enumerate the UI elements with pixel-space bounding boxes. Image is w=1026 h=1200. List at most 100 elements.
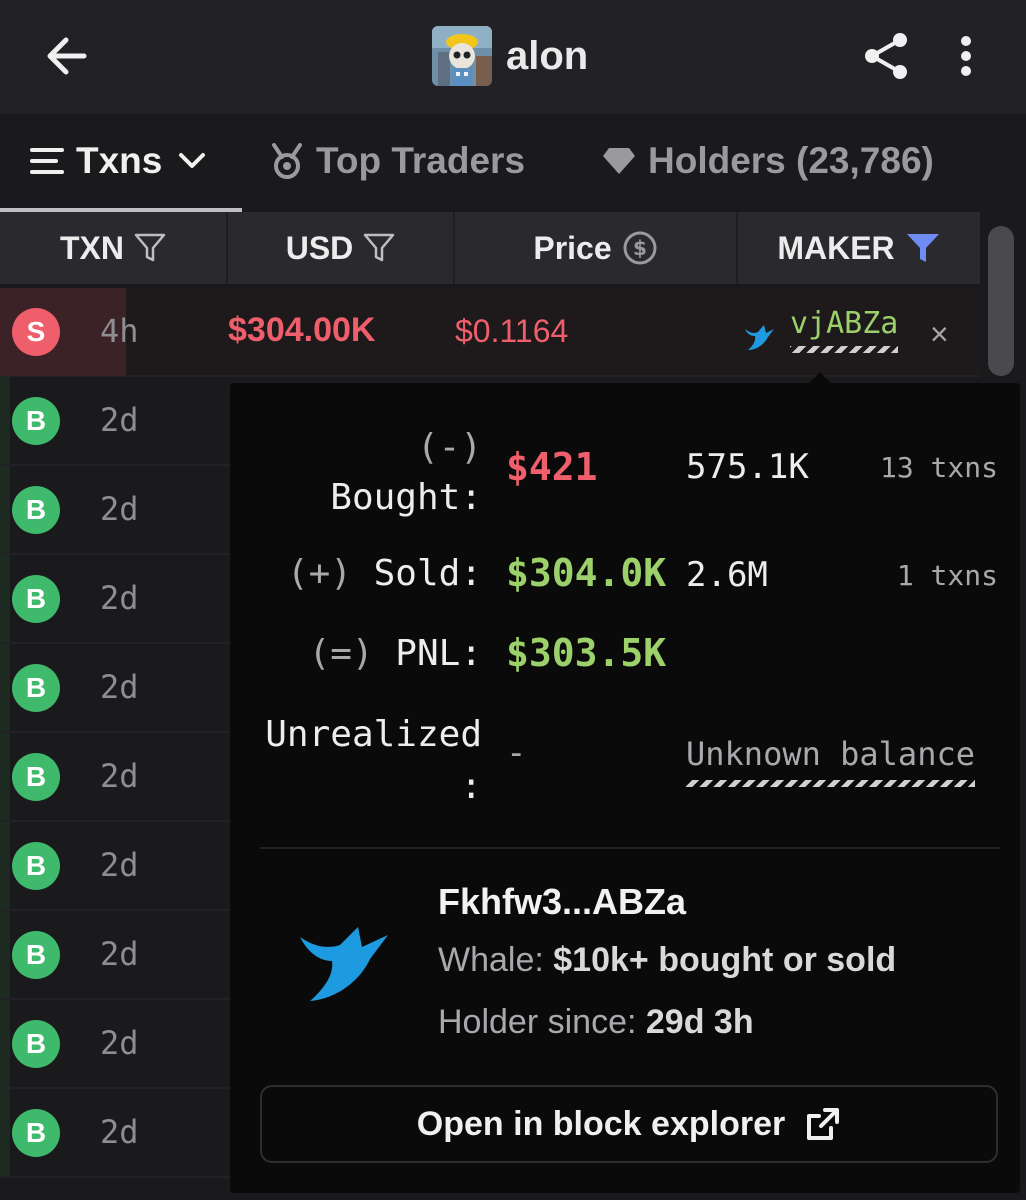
row-accent [0,911,10,998]
txn-age: 2d [100,1024,139,1062]
tab-holders-label: Holders (23,786) [648,140,934,181]
column-header-usd[interactable]: USD [228,212,455,284]
column-header-maker[interactable]: MAKER [738,212,980,284]
row-accent [0,1089,10,1176]
txn-usd: $304.00K [228,311,376,349]
top-bar: alon [0,0,1026,114]
maker-popover: (-) Bought: $421 575.1K 13 txns (+) Sold… [230,383,1020,1193]
column-header-price-label: Price [533,229,612,266]
dollar-circle-icon: $ [623,231,657,265]
holder-since: 29d 3h [645,1003,754,1041]
share-icon [865,33,907,79]
txn-age: 2d [100,401,139,439]
token-avatar [432,26,492,86]
txn-age: 2d [100,846,139,884]
token-title: alon [432,25,588,87]
whale-icon [300,927,388,1001]
buy-badge: B [12,753,60,801]
column-header-usd-label: USD [285,229,354,266]
bought-label: (-) Bought: [286,423,482,523]
row-accent [0,822,10,909]
filter-active-icon [906,234,939,262]
maker-address: vjABZa [790,306,899,361]
token-name: alon [506,33,589,78]
explorer-button-label: Open in block explorer [416,1104,786,1143]
column-header-price[interactable]: Price $ [455,212,738,284]
arrow-left-icon [47,37,87,75]
column-header-txn-label: TXN [60,229,124,266]
column-header-maker-label: MAKER [777,229,895,266]
more-vertical-icon [961,36,971,76]
sold-label-text: Sold: [373,553,482,594]
tab-txns-label: Txns [76,140,163,181]
row-accent [0,644,10,731]
filter-icon [364,233,395,262]
open-block-explorer-button[interactable]: Open in block explorer [260,1085,998,1163]
unrealized-label: Unrealized : [260,709,482,813]
buy-badge: B [12,664,60,712]
buy-badge: B [12,397,60,445]
unknown-balance-link[interactable]: Unknown balance [686,735,975,787]
more-options-button[interactable] [944,26,988,86]
tab-bar: Txns Top Traders Holders (23,786) [0,114,1026,212]
wallet-address: Fkhfw3...ABZa [438,881,687,922]
sell-badge: S [12,308,60,356]
svg-text:$: $ [633,236,647,260]
row-accent [0,466,10,553]
share-button[interactable] [856,26,916,86]
buy-badge: B [12,575,60,623]
divider [260,847,1000,849]
row-accent [0,555,10,642]
diamond-icon [603,148,635,174]
txn-age: 2d [100,935,139,973]
buy-badge: B [12,1109,60,1157]
txn-age: 2d [100,490,139,528]
sold-usd: $304.0K [506,551,667,595]
bought-label-text: Bought: [330,477,482,518]
table-header: TXN USD Price $ MAKER [0,212,980,286]
external-link-icon [807,1108,840,1140]
buy-badge: B [12,486,60,534]
back-button[interactable] [36,26,96,86]
txn-age: 4h [100,312,139,350]
column-header-txn[interactable]: TXN [0,212,228,284]
whale-info: Whale: $10k+ bought or sold [438,941,896,980]
bought-usd: $421 [506,445,598,489]
sold-prefix: (+) [286,553,352,594]
txn-age: 2d [100,668,139,706]
list-icon [30,148,64,174]
bought-prefix: (-) [416,427,482,468]
tab-top-traders[interactable]: Top Traders [270,114,525,208]
tab-holders[interactable]: Holders (23,786) [602,114,934,208]
whale-label: Whale: [438,941,554,979]
txn-age: 2d [100,579,139,617]
whale-icon [745,324,774,350]
maker-link[interactable]: vjABZa [742,306,899,361]
pnl-usd: $303.5K [506,631,667,675]
medal-icon [272,143,302,179]
unrealized-label-text: Unrealized [265,714,482,755]
pnl-label: (=) PNL: [286,633,482,674]
table-row-sell[interactable]: S 4h $304.00K $0.1164 vjABZa × [0,288,980,377]
chevron-down-icon [179,153,206,168]
sold-txns: 1 txns [896,559,998,592]
tab-txns[interactable]: Txns [30,114,206,208]
whale-description: $10k+ bought or sold [553,941,897,979]
pnl-prefix: (=) [308,633,374,674]
filter-icon [134,233,166,262]
txn-price: $0.1164 [455,313,569,349]
row-accent [0,1000,10,1087]
holder-label: Holder since: [438,1003,646,1041]
clear-filter-button[interactable]: × [930,316,949,353]
tab-top-traders-label: Top Traders [316,140,526,181]
txn-age: 2d [100,757,139,795]
scrollbar-thumb[interactable] [988,226,1014,376]
buy-badge: B [12,931,60,979]
bought-quantity: 575.1K [686,447,809,487]
bought-txns: 13 txns [879,451,998,484]
holder-info: Holder since: 29d 3h [438,1003,754,1042]
row-accent [0,377,10,464]
txn-age: 2d [100,1113,139,1151]
row-accent [0,733,10,820]
sold-label: (+) Sold: [286,553,482,594]
